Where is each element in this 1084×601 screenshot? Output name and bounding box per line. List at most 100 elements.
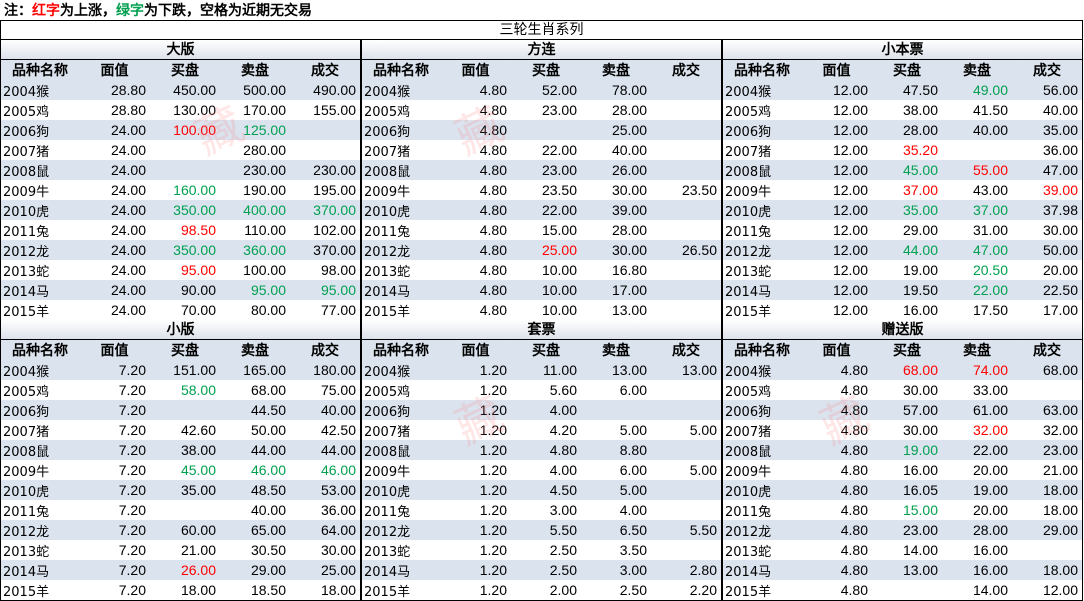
bid-cell: 19.50	[872, 280, 942, 300]
header-row: 品种名称 面值 买盘 卖盘 成交	[362, 340, 721, 360]
deal-cell: 44.00	[290, 440, 360, 460]
bid-cell: 5.50	[511, 520, 581, 540]
table-row: 2011兔 24.00 98.50 110.00 102.00	[1, 220, 360, 240]
column-header: 面值	[801, 60, 872, 80]
table-row: 2011兔 1.20 3.00 4.00	[362, 500, 721, 520]
deal-cell	[1012, 540, 1082, 560]
name-cell: 2009牛	[364, 184, 411, 200]
bid-cell: 95.00	[180, 262, 216, 278]
name-cell: 2011兔	[725, 504, 772, 520]
face-value-cell: 4.80	[840, 502, 868, 518]
name-cell: 2013蛇	[725, 264, 772, 280]
column-header: 卖盘	[581, 340, 651, 360]
price-table: 品种名称 面值 买盘 卖盘 成交 2004猴 1.20 11.00 13.00 13.00 2005…	[362, 340, 721, 600]
face-value-cell: 24.00	[79, 120, 150, 140]
deal-cell: 12.00	[1042, 582, 1078, 598]
column-header: 成交	[1012, 60, 1082, 80]
name-cell: 2010虎	[1, 200, 79, 220]
table-row: 2008鼠 24.00 230.00 230.00	[1, 160, 360, 180]
column-header: 面值	[440, 340, 511, 360]
name-cell: 2013蛇	[725, 544, 772, 560]
table-row: 2005鸡 28.80 130.00 170.00 155.00	[1, 100, 360, 120]
deal-cell: 64.00	[290, 520, 360, 540]
bid-cell: 22.00	[541, 142, 577, 158]
face-value-cell: 1.20	[479, 542, 507, 558]
table-row: 2008鼠 4.80 23.00 26.00	[362, 160, 721, 180]
bid-cell: 16.00	[902, 462, 938, 478]
header-row: 品种名称 面值 买盘 卖盘 成交	[362, 60, 721, 80]
bid-cell: 60.00	[150, 520, 220, 540]
face-value-cell: 12.00	[801, 200, 872, 220]
deal-cell	[651, 440, 721, 460]
table-row: 2005鸡 1.20 5.60 6.00	[362, 380, 721, 400]
face-value-cell: 4.80	[801, 480, 872, 500]
deal-cell: 155.00	[313, 102, 356, 118]
bid-cell: 22.00	[511, 200, 581, 220]
deal-cell: 18.00	[1042, 502, 1078, 518]
ask-cell: 44.00	[220, 440, 290, 460]
ask-cell: 55.00	[942, 160, 1012, 180]
bid-cell: 10.00	[511, 280, 581, 300]
face-value-cell: 12.00	[801, 80, 872, 100]
deal-cell: 195.00	[313, 182, 356, 198]
column-header: 品种名称	[362, 60, 440, 80]
deal-cell	[1012, 380, 1082, 400]
deal-cell: 35.00	[1012, 120, 1082, 140]
deal-cell: 30.00	[320, 542, 356, 558]
bid-cell: 2.50	[549, 542, 577, 558]
table-row: 2009牛 4.80 23.50 30.00 23.50	[362, 180, 721, 200]
panel-title: 套票	[362, 320, 721, 340]
ask-cell: 22.00	[942, 280, 1012, 300]
legend-note: 注：红字为上涨，绿字为下跌，空格为近期无交易	[0, 0, 1084, 20]
table-row: 2010虎 12.00 35.00 37.00 37.98	[723, 200, 1082, 220]
table-row: 2007猪 12.00 35.20 36.00	[723, 140, 1082, 160]
face-value-cell: 4.80	[479, 262, 507, 278]
face-value-cell: 4.80	[479, 222, 507, 238]
name-cell: 2008鼠	[723, 160, 801, 180]
column-header: 买盘	[511, 340, 581, 360]
ask-cell	[581, 400, 651, 420]
deal-cell: 75.00	[320, 382, 356, 398]
deal-cell: 370.00	[290, 200, 360, 220]
name-cell: 2006狗	[362, 400, 440, 420]
name-cell: 2005鸡	[725, 384, 772, 400]
name-cell: 2009牛	[364, 464, 411, 480]
table-row: 2013蛇 12.00 19.00 20.50 20.00	[723, 260, 1082, 280]
table-row: 2009牛 7.20 45.00 46.00 46.00	[1, 460, 360, 480]
header-row: 品种名称 面值 买盘 卖盘 成交	[723, 340, 1082, 360]
column-header: 卖盘	[220, 60, 290, 80]
deal-cell	[651, 200, 721, 220]
bid-cell: 13.00	[872, 560, 942, 580]
deal-cell	[651, 280, 721, 300]
name-cell: 2005鸡	[725, 104, 772, 120]
column-header: 品种名称	[723, 340, 801, 360]
deal-cell: 23.00	[1012, 440, 1082, 460]
deal-cell: 22.50	[1012, 280, 1082, 300]
name-cell: 2011兔	[364, 504, 411, 520]
bid-cell: 25.00	[511, 240, 581, 260]
ask-cell: 400.00	[220, 200, 290, 220]
name-cell: 2010虎	[723, 200, 801, 220]
face-value-cell: 7.20	[118, 462, 146, 478]
table-row: 2014马 24.00 90.00 95.00 95.00	[1, 280, 360, 300]
ask-cell: 20.00	[972, 502, 1008, 518]
ask-cell: 33.00	[972, 382, 1008, 398]
deal-cell: 18.00	[1012, 480, 1082, 500]
table-row: 2013蛇 7.20 21.00 30.50 30.00	[1, 540, 360, 560]
deal-cell: 56.00	[1012, 80, 1082, 100]
name-cell: 2006狗	[1, 120, 79, 140]
ask-cell: 3.00	[581, 560, 651, 580]
table-row: 2007猪 24.00 280.00	[1, 140, 360, 160]
column-header: 买盘	[872, 60, 942, 80]
table-row: 2013蛇 4.80 14.00 16.00	[723, 540, 1082, 560]
column-header: 卖盘	[942, 340, 1012, 360]
note-green-word: 绿字	[116, 3, 144, 19]
deal-cell: 23.50	[681, 182, 717, 198]
ask-cell: 8.80	[581, 440, 651, 460]
panel-title: 方连	[362, 40, 721, 60]
face-value-cell: 1.20	[440, 520, 511, 540]
bid-cell: 35.00	[150, 480, 220, 500]
table-row: 2006狗 12.00 28.00 40.00 35.00	[723, 120, 1082, 140]
name-cell: 2007猪	[725, 424, 772, 440]
deal-cell: 68.00	[1012, 360, 1082, 380]
